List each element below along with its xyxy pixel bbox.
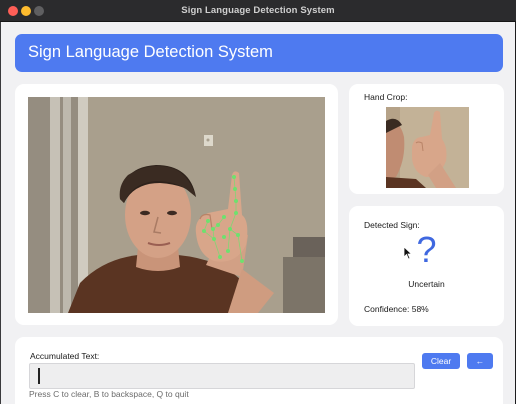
hand-crop-image-svg [386, 107, 469, 188]
backspace-button[interactable]: ← [467, 353, 493, 369]
accumulated-text-card: Accumulated Text: Press C to clear, B to… [15, 337, 503, 404]
video-card [15, 84, 338, 325]
app-header: Sign Language Detection System [15, 34, 503, 72]
text-caret [38, 368, 40, 384]
keyboard-hint: Press C to clear, B to backspace, Q to q… [29, 389, 189, 399]
hand-crop-card: Hand Crop: [349, 84, 504, 194]
hand-crop-label: Hand Crop: [364, 92, 408, 102]
camera-feed-image [28, 97, 325, 313]
detected-sign-glyph: ? [416, 229, 437, 270]
clear-button[interactable]: Clear [422, 353, 460, 369]
page-title: Sign Language Detection System [28, 43, 273, 61]
detected-sign-label: Detected Sign: [364, 220, 420, 230]
accumulated-text-label: Accumulated Text: [30, 351, 100, 361]
accumulated-text-input[interactable] [29, 363, 415, 389]
window-title: Sign Language Detection System [181, 5, 335, 16]
detection-status: Uncertain [408, 279, 445, 289]
hand-crop-image [386, 107, 469, 188]
window-titlebar: Sign Language Detection System [0, 0, 516, 22]
detected-sign-card: Detected Sign: ? Uncertain Confidence: 5… [349, 206, 504, 326]
pointer-cursor-icon [403, 246, 413, 260]
camera-feed [28, 97, 325, 313]
confidence-text: Confidence: 58% [364, 304, 429, 314]
app-content: Sign Language Detection System Hand Crop… [1, 22, 515, 404]
